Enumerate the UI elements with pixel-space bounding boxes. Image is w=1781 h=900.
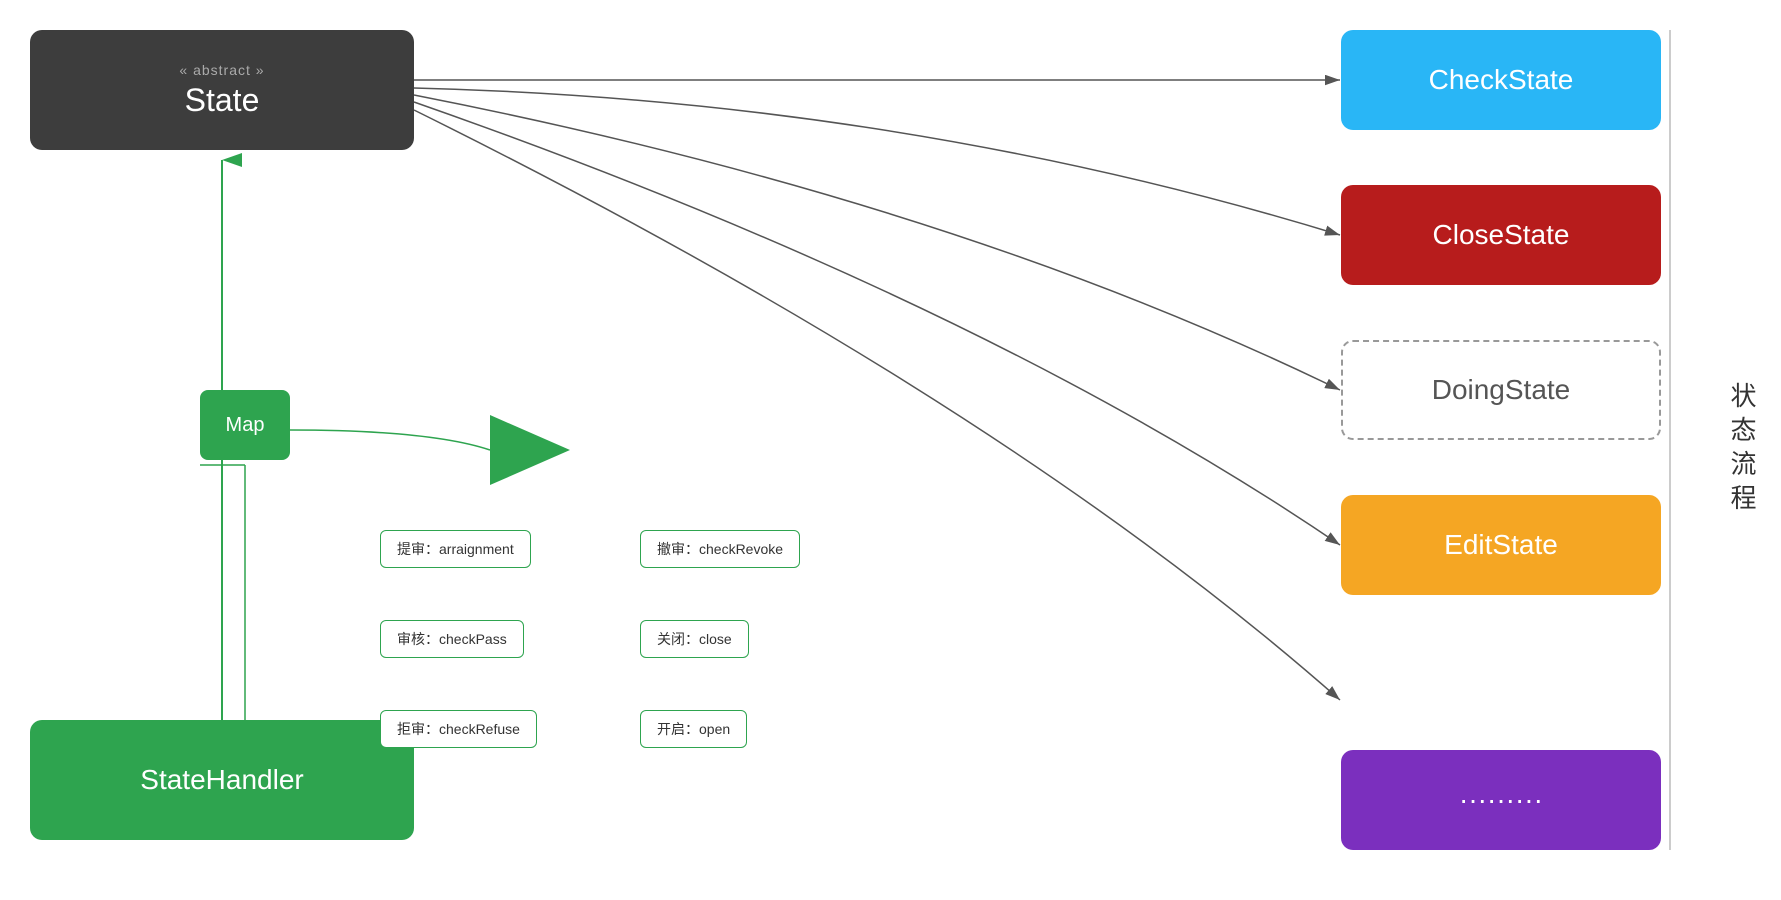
side-border-line xyxy=(1669,30,1671,850)
method-checkpass: 审核：checkPass xyxy=(380,620,524,658)
abstract-stereotype: « abstract » xyxy=(175,62,268,78)
map-box: Map xyxy=(200,390,290,460)
doing-state-box: DoingState xyxy=(1341,340,1661,440)
abstract-state-box: « abstract » State xyxy=(30,30,414,150)
dots-state-box: ········· xyxy=(1341,750,1661,850)
check-state-box: CheckState xyxy=(1341,30,1661,130)
method-open: 开启：open xyxy=(640,710,747,748)
state-handler-box: StateHandler xyxy=(30,720,414,840)
method-checkrefuse: 拒审：checkRefuse xyxy=(380,710,537,748)
edit-state-box: EditState xyxy=(1341,495,1661,595)
method-arraignment: 提审：arraignment xyxy=(380,530,531,568)
method-close: 关闭：close xyxy=(640,620,749,658)
side-label: 状态流程 xyxy=(1724,382,1761,518)
method-checkrevoke: 撤审：checkRevoke xyxy=(640,530,800,568)
abstract-state-title: State xyxy=(185,82,260,119)
close-state-box: CloseState xyxy=(1341,185,1661,285)
diagram-container: « abstract » State StateHandler Map Chec… xyxy=(0,0,1781,900)
